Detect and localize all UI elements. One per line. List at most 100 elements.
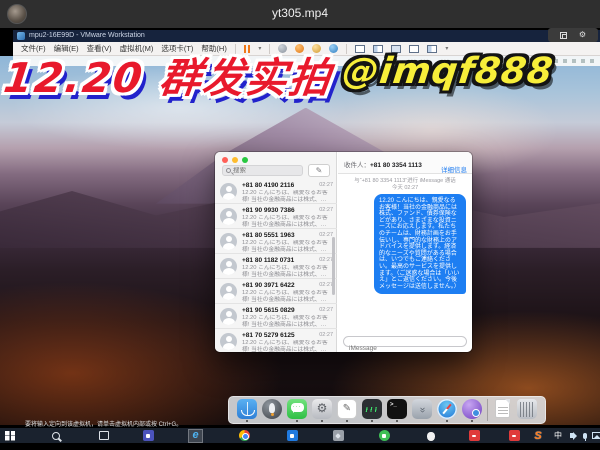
menu-bar-extras <box>554 59 594 63</box>
start-button[interactable] <box>2 430 18 442</box>
vmware-window-controls[interactable]: ⚙ <box>548 28 598 42</box>
menu-help[interactable]: 帮助(H) <box>201 43 226 54</box>
caption-handle-text: @imqf888 <box>340 52 555 92</box>
contact-avatar <box>220 208 237 225</box>
vmware-icon <box>17 32 25 40</box>
running-indicator <box>246 420 248 422</box>
system-preferences-icon[interactable]: ⚙ <box>312 399 332 419</box>
conversation-preview: 12.20 こんにちは、親愛なるお客様! 当社の金融商品には株式、フ… <box>242 340 332 352</box>
task-view-button[interactable] <box>96 430 112 442</box>
taskbar-app-chrome[interactable] <box>236 430 252 442</box>
list-item[interactable]: +81 90 5615 0829 02:27 12.20 こんにちは、親愛なるお… <box>215 304 337 329</box>
list-item[interactable]: +81 90 3971 6422 02:27 12.20 こんにちは、親愛なるお… <box>215 279 337 304</box>
textedit-icon[interactable]: ✎ <box>337 399 357 419</box>
close-icon[interactable] <box>222 157 228 163</box>
conversation-list: +81 80 4190 2116 02:27 12.20 こんにちは、親愛なるお… <box>215 179 337 352</box>
installer-app-icon[interactable] <box>462 399 482 419</box>
snapshot-revert-icon[interactable] <box>312 44 321 53</box>
terminal-icon[interactable]: >_ <box>387 399 407 419</box>
recipient-line: 收件人：+81 80 3354 1113 <box>344 159 422 169</box>
taskbar-app-cube[interactable] <box>330 430 346 442</box>
edge-icon: e <box>192 430 198 441</box>
taskbar-app-red-2[interactable] <box>506 430 522 442</box>
sogou-input-tray-icon[interactable]: S <box>530 430 546 442</box>
conversation-preview: 12.20 こんにちは、親愛なるお客様! 当社の金融商品には株式、フ… <box>242 315 332 328</box>
running-indicator <box>296 420 298 422</box>
conversation-preview: 12.20 こんにちは、親愛なるお客様! 当社の金融商品には株式、フ… <box>242 290 332 303</box>
taskbar-app-red-1[interactable] <box>466 430 482 442</box>
teams-icon <box>143 430 154 441</box>
trash-icon[interactable] <box>517 399 537 419</box>
menu-tabs[interactable]: 选项卡(T) <box>161 43 193 54</box>
taskbar-app-apple[interactable] <box>422 430 438 442</box>
list-item[interactable]: +81 70 5279 6125 02:27 12.20 こんにちは、親愛なるお… <box>215 329 337 352</box>
task-view-icon <box>99 431 109 440</box>
caption-date-text: 12.20 群发实拍 <box>1 56 335 101</box>
taskbar-app-green[interactable] <box>376 430 392 442</box>
downloads-stack-icon[interactable]: » <box>412 399 432 419</box>
speaker-icon <box>570 433 574 438</box>
list-item[interactable]: +81 80 4190 2116 02:27 12.20 こんにちは、親愛なるお… <box>215 179 337 204</box>
running-indicator <box>471 420 473 422</box>
search-input[interactable] <box>233 167 293 174</box>
details-button[interactable]: 详细信息 <box>441 164 467 174</box>
search-icon <box>52 432 60 440</box>
thread-timestamp: 今天 02:27 <box>338 185 472 192</box>
launchpad-icon[interactable] <box>262 399 282 419</box>
messages-window: ✎ +81 80 4190 2116 02:27 12.20 こんにちは、親愛な… <box>215 152 472 352</box>
conversation-time: 02:27 <box>319 257 333 263</box>
contact-avatar <box>220 258 237 275</box>
list-item[interactable]: +81 90 9930 7386 02:27 12.20 こんにちは、親愛なるお… <box>215 204 337 229</box>
contact-avatar <box>220 333 237 350</box>
red-app-icon <box>509 430 520 441</box>
menu-edit[interactable]: 编辑(E) <box>54 43 79 54</box>
thread-intro-text: 与“+81 80 3354 1113”进行 iMessage 通话 <box>338 178 472 185</box>
video-title: yt305.mp4 <box>0 6 600 20</box>
running-indicator <box>446 420 448 422</box>
recipient-number: +81 80 3354 1113 <box>370 162 422 169</box>
messages-app-icon[interactable]: ··· <box>287 399 307 419</box>
photos-tray-icon[interactable] <box>588 430 600 442</box>
cube-app-icon <box>333 430 344 441</box>
windows-taskbar: e S 中 <box>0 428 600 443</box>
zoom-icon[interactable] <box>242 157 248 163</box>
taskbar-search-button[interactable] <box>48 430 64 442</box>
pause-vm-button[interactable] <box>244 45 251 53</box>
snapshot-manager-icon[interactable] <box>329 44 338 53</box>
taskbar-app-edge-active[interactable]: e <box>188 429 203 443</box>
conversation-preview: 12.20 こんにちは、親愛なるお客様! 当社の金融商品には株式、フ… <box>242 215 332 228</box>
message-input[interactable] <box>344 344 466 352</box>
document-icon[interactable] <box>495 399 510 418</box>
taskbar-app-teams[interactable] <box>140 430 156 442</box>
search-field[interactable] <box>222 165 303 176</box>
dock-separator <box>487 399 488 421</box>
conversation-time: 02:27 <box>319 232 333 238</box>
taskbar-app-blue[interactable] <box>284 430 300 442</box>
sidebar-scrollbar[interactable] <box>332 237 335 295</box>
window-traffic-lights[interactable] <box>222 157 248 163</box>
list-item[interactable]: +81 80 5551 1963 02:27 12.20 こんにちは、親愛なるお… <box>215 229 337 254</box>
fullscreen-icon[interactable] <box>560 32 567 39</box>
minimize-icon[interactable] <box>232 157 238 163</box>
finder-icon[interactable] <box>237 399 257 419</box>
pause-dropdown-icon[interactable]: ▾ <box>258 45 261 52</box>
list-item[interactable]: +81 80 1182 0731 02:27 12.20 こんにちは、親愛なるお… <box>215 254 337 279</box>
running-indicator <box>396 420 398 422</box>
player-title-bar: yt305.mp4 <box>0 0 600 28</box>
snapshot-take-icon[interactable] <box>295 44 304 53</box>
menu-file[interactable]: 文件(F) <box>21 43 46 54</box>
activity-monitor-icon[interactable] <box>362 399 382 419</box>
thread-intro: 与“+81 80 3354 1113”进行 iMessage 通话 今天 02:… <box>338 178 472 192</box>
message-input-field[interactable] <box>343 336 467 347</box>
contact-avatar <box>220 283 237 300</box>
compose-button[interactable]: ✎ <box>308 164 330 177</box>
macos-dock: ··· ⚙ ✎ >_ » <box>228 396 546 424</box>
safari-icon[interactable] <box>437 399 457 419</box>
contact-avatar <box>220 233 237 250</box>
menu-view[interactable]: 查看(V) <box>87 43 112 54</box>
photo-icon <box>592 432 600 439</box>
menu-vm[interactable]: 虚拟机(M) <box>120 43 154 54</box>
gear-icon[interactable]: ⚙ <box>579 31 586 39</box>
vmware-title-bar: mpu2-16E99D - VMware Workstation <box>13 30 600 42</box>
ctrl-alt-del-icon[interactable] <box>278 44 287 53</box>
